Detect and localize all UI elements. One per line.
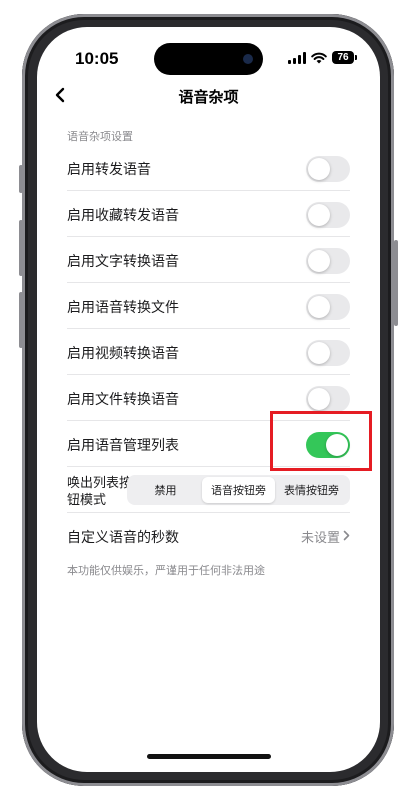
- setting-label: 启用语音管理列表: [67, 438, 179, 454]
- toggle-knob: [308, 342, 330, 364]
- file-to-voice-toggle[interactable]: [306, 386, 350, 412]
- toggle-knob: [308, 204, 330, 226]
- setting-label: 启用视频转换语音: [67, 346, 179, 362]
- video-to-voice-toggle[interactable]: [306, 340, 350, 366]
- custom-seconds-value: 未设置: [300, 531, 340, 546]
- toggle-knob: [308, 250, 330, 272]
- chevron-right-icon: [343, 530, 350, 541]
- volume-down-button: [19, 292, 23, 348]
- footer-note: 本功能仅供娱乐，严谨用于任何非法用途: [67, 564, 265, 577]
- toggle-knob: [308, 388, 330, 410]
- home-indicator: [147, 754, 271, 759]
- setting-label: 启用语音转换文件: [67, 300, 179, 316]
- setting-label: 启用转发语音: [67, 162, 151, 178]
- setting-row-favorite-forward-voice: 启用收藏转发语音: [67, 191, 350, 237]
- status-time: 10:05: [75, 49, 119, 68]
- mute-switch: [19, 165, 23, 193]
- setting-row-voice-to-file: 启用语音转换文件: [67, 283, 350, 329]
- dynamic-island: [154, 43, 263, 75]
- power-button: [394, 240, 398, 326]
- list-mode-label: 唤出列表按钮模式: [67, 476, 133, 508]
- voice-to-file-toggle[interactable]: [306, 294, 350, 320]
- list-mode-segmented-control: 禁用 语音按钮旁 表情按钮旁: [127, 475, 350, 505]
- toggle-knob: [308, 296, 330, 318]
- setting-label: 启用文字转换语音: [67, 254, 179, 270]
- forward-voice-toggle[interactable]: [306, 156, 350, 182]
- setting-row-list-button-mode: 唤出列表按钮模式 禁用 语音按钮旁 表情按钮旁: [67, 467, 350, 513]
- highlight-box: [270, 411, 372, 471]
- setting-row-video-to-voice: 启用视频转换语音: [67, 329, 350, 375]
- screen: 10:05 76 语音杂项 语音杂项设置 启用转发语音 启用收藏转发语音 启用文…: [37, 27, 380, 772]
- segment-beside-emoji-button[interactable]: 表情按钮旁: [275, 477, 348, 503]
- text-to-voice-toggle[interactable]: [306, 248, 350, 274]
- section-header: 语音杂项设置: [67, 130, 133, 143]
- custom-seconds-label: 自定义语音的秒数: [67, 530, 179, 546]
- setting-label: 启用收藏转发语音: [67, 208, 179, 224]
- setting-label: 启用文件转换语音: [67, 392, 179, 408]
- status-icons: 76: [288, 51, 357, 64]
- toggle-knob: [308, 158, 330, 180]
- signal-icon: [288, 51, 306, 64]
- volume-up-button: [19, 220, 23, 276]
- segment-beside-voice-button[interactable]: 语音按钮旁: [202, 477, 275, 503]
- setting-row-forward-voice: 启用转发语音: [67, 145, 350, 191]
- wifi-icon: [311, 52, 327, 63]
- setting-row-text-to-voice: 启用文字转换语音: [67, 237, 350, 283]
- favorite-forward-voice-toggle[interactable]: [306, 202, 350, 228]
- stage: 10:05 76 语音杂项 语音杂项设置 启用转发语音 启用收藏转发语音 启用文…: [0, 0, 417, 800]
- page-title: 语音杂项: [178, 88, 239, 106]
- camera-icon: [243, 54, 253, 64]
- segment-disabled[interactable]: 禁用: [129, 477, 202, 503]
- battery-icon: 76: [332, 51, 357, 64]
- setting-row-custom-seconds[interactable]: 自定义语音的秒数 未设置: [67, 513, 350, 559]
